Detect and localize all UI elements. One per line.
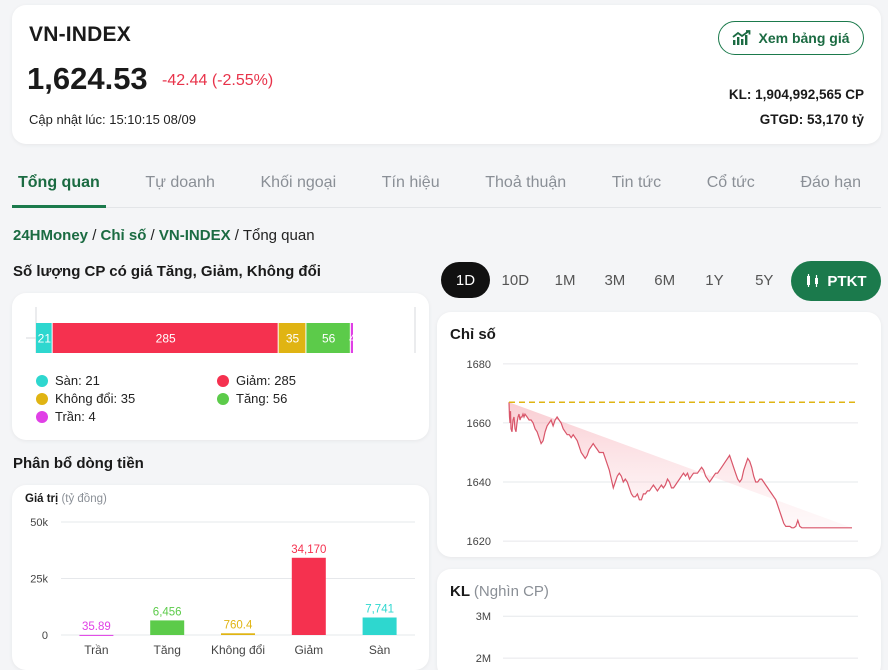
flow-y-tick: 50k xyxy=(30,517,48,529)
money-flow-card: Giá trị (tỷ đồng) 0 25k 50k 35.89 Trần 6,456 T… xyxy=(12,485,429,670)
volume-chart-card: KL (Nghìn CP) 2M 3M xyxy=(437,569,881,670)
flow-x-tick: Sàn xyxy=(369,643,390,657)
period-6m[interactable]: 6M xyxy=(640,262,689,298)
flow-bar xyxy=(221,633,255,635)
index-name: VN-INDEX xyxy=(29,23,131,46)
legend-label: Sàn: 21 xyxy=(55,373,100,388)
count-bar-label-khong_doi: 35 xyxy=(286,332,300,346)
flow-x-tick: Không đổi xyxy=(211,643,265,657)
index-chart-card: Chỉ số 1620 1640 1660 1680 xyxy=(437,312,881,557)
tab-tu-doanh[interactable]: Tự doanh xyxy=(139,160,220,207)
flow-value-label: 34,170 xyxy=(291,544,326,556)
volume-y-tick: 3M xyxy=(476,611,491,623)
flow-value-label: 6,456 xyxy=(153,606,182,618)
flow-value-label: 35.89 xyxy=(82,621,111,633)
index-line-chart: 1620 1640 1660 1680 xyxy=(467,359,858,548)
legend-dot xyxy=(217,392,229,405)
count-bar-label-tang: 56 xyxy=(322,332,336,346)
flow-x-tick: Tăng xyxy=(154,643,181,657)
candlestick-icon xyxy=(807,274,819,287)
legend-dot xyxy=(36,374,48,387)
technical-analysis-button[interactable]: PTKT xyxy=(791,261,881,301)
stock-count-card: 21 285 35 56 4 Sàn: 21 Giảm: 285 Không đổi: … xyxy=(12,293,429,440)
volume-summary: KL: 1,904,992,565 CP xyxy=(728,87,864,102)
flow-y-tick: 0 xyxy=(42,630,48,642)
flow-bar xyxy=(362,617,397,635)
breadcrumb-index[interactable]: VN-INDEX xyxy=(159,227,231,244)
tab-khoi-ngoai[interactable]: Khối ngoại xyxy=(255,160,343,207)
money-flow-chart: 0 25k 50k 35.89 Trần 6,456 Tăng 760.4 Không đổi 3… xyxy=(30,517,415,657)
index-value: 1,624.53 xyxy=(27,61,148,96)
ptkt-label: PTKT xyxy=(827,272,867,290)
legend-label: Tăng: 56 xyxy=(236,391,288,406)
period-1d[interactable]: 1D xyxy=(441,262,490,298)
breadcrumb-home[interactable]: 24HMoney xyxy=(13,227,88,244)
period-1m[interactable]: 1M xyxy=(541,262,590,298)
period-selector: 1D 10D 1M 3M 6M 1Y 5Y xyxy=(441,262,790,298)
flow-bar xyxy=(79,634,114,636)
breadcrumb-category[interactable]: Chỉ số xyxy=(101,227,147,244)
tab-tin-tuc[interactable]: Tin tức xyxy=(606,160,667,207)
trend-chart-icon xyxy=(732,30,751,45)
tab-co-tuc[interactable]: Cổ tức xyxy=(701,160,761,207)
period-1y[interactable]: 1Y xyxy=(690,262,739,298)
legend-khong-doi: Không đổi: 35 xyxy=(36,391,135,406)
legend-tran: Trần: 4 xyxy=(36,409,96,424)
flow-bar xyxy=(291,557,326,635)
legend-dot xyxy=(36,392,48,405)
period-10d[interactable]: 10D xyxy=(491,262,540,298)
tab-dao-han[interactable]: Đáo hạn xyxy=(794,160,867,207)
money-flow-title: Phân bổ dòng tiền xyxy=(13,455,144,472)
count-bar-label-tran: 4 xyxy=(349,332,356,346)
volume-y-tick: 2M xyxy=(476,653,491,665)
tab-thoa-thuan[interactable]: Thoả thuận xyxy=(479,160,572,207)
section-tabs: Tổng quan Tự doanh Khối ngoại Tín hiệu T… xyxy=(12,160,881,208)
flow-x-tick: Giảm xyxy=(294,643,323,657)
legend-dot xyxy=(217,374,229,387)
stock-count-bar: 21 285 35 56 4 xyxy=(26,307,416,353)
index-y-tick: 1680 xyxy=(467,359,491,371)
legend-label: Không đổi: 35 xyxy=(55,391,136,406)
index-y-tick: 1660 xyxy=(467,418,491,430)
index-summary-card: VN-INDEX 1,624.53 -42.44 (-2.55%) Cập nh… xyxy=(12,5,881,144)
legend-tang: Tăng: 56 xyxy=(217,391,287,406)
breadcrumb-current: Tổng quan xyxy=(242,227,315,244)
legend-san: Sàn: 21 xyxy=(36,373,100,388)
legend-label: Giảm: 285 xyxy=(236,373,296,388)
index-y-tick: 1620 xyxy=(467,536,491,548)
breadcrumb-separator: / xyxy=(146,227,159,244)
volume-chart: 2M 3M xyxy=(476,611,858,665)
flow-y-tick: 25k xyxy=(30,574,48,586)
legend-label: Trần: 4 xyxy=(55,409,96,424)
flow-bar xyxy=(150,620,185,635)
stock-count-title: Số lượng CP có giá Tăng, Giảm, Không đổi xyxy=(13,263,321,280)
index-change: -42.44 (-2.55%) xyxy=(162,72,274,89)
flow-value-label: 7,741 xyxy=(365,604,394,616)
price-board-label: Xem bảng giá xyxy=(758,30,850,46)
legend-dot xyxy=(36,410,48,423)
price-board-button[interactable]: Xem bảng giá xyxy=(718,21,864,55)
breadcrumb: 24HMoney / Chỉ số / VN-INDEX / Tổng quan xyxy=(13,227,315,244)
tab-tong-quan[interactable]: Tổng quan xyxy=(12,160,106,208)
breadcrumb-separator: / xyxy=(88,227,101,244)
count-bar-label-san: 21 xyxy=(38,332,52,346)
flow-x-tick: Trần xyxy=(84,643,108,657)
tab-tin-hieu[interactable]: Tín hiệu xyxy=(376,160,446,207)
flow-value-label: 760.4 xyxy=(224,619,253,631)
legend-giam: Giảm: 285 xyxy=(217,373,296,388)
period-5y[interactable]: 5Y xyxy=(740,262,789,298)
breadcrumb-separator: / xyxy=(230,227,243,244)
period-3m[interactable]: 3M xyxy=(590,262,639,298)
count-bar-label-giam: 285 xyxy=(156,332,176,346)
index-y-tick: 1640 xyxy=(467,477,491,489)
updated-time: Cập nhật lúc: 15:10:15 08/09 xyxy=(29,112,196,127)
value-summary: GTGD: 53,170 tỷ xyxy=(759,112,864,127)
